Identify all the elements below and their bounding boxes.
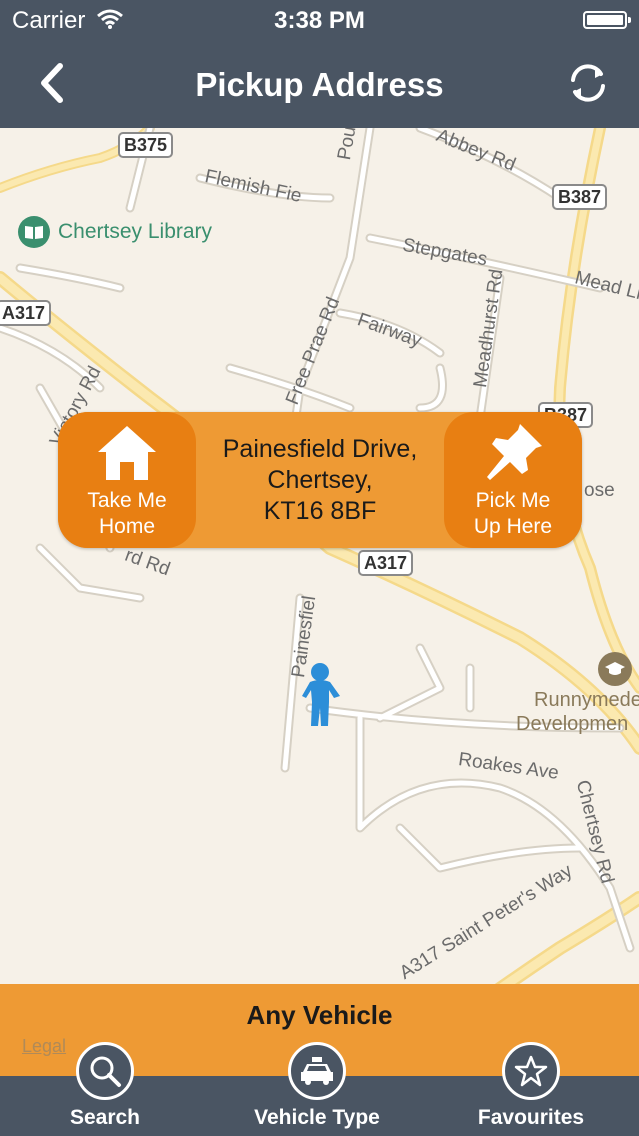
tab-favourites[interactable]: Favourites xyxy=(451,1042,611,1130)
take-me-home-label: Take Me Home xyxy=(87,489,167,538)
library-icon xyxy=(18,216,50,248)
tab-label: Vehicle Type xyxy=(254,1106,380,1129)
vehicle-selector-label: Any Vehicle xyxy=(246,1000,393,1030)
refresh-icon xyxy=(571,64,605,102)
address-line-2: Chertsey, xyxy=(267,466,373,494)
tab-label: Search xyxy=(69,1106,141,1129)
page-title: Pickup Address xyxy=(195,66,444,103)
person-marker-icon[interactable] xyxy=(302,662,344,733)
tab-vehicle-type[interactable]: Vehicle Type xyxy=(237,1042,397,1130)
poi-label: Chertsey Library xyxy=(58,220,213,243)
poi-runnymede[interactable]: Runnymede Developmen xyxy=(516,652,639,736)
street-label-ose: ose xyxy=(584,480,615,501)
battery-icon xyxy=(583,11,631,29)
star-icon xyxy=(502,1042,560,1100)
road-shield-b387: B387 xyxy=(552,184,608,210)
road-shield-a317-right: A317 xyxy=(358,550,414,576)
pick-me-up-here-button[interactable]: Pick Me Up Here xyxy=(444,412,582,548)
nav-bar: Pickup Address xyxy=(0,40,639,128)
poi-label-line1: Runnymede xyxy=(534,689,639,711)
address-line-3: KT16 8BF xyxy=(263,497,377,525)
pickup-address: Painesfield Drive, Chertsey, KT16 8BF xyxy=(196,434,444,527)
refresh-button[interactable] xyxy=(565,60,611,106)
take-me-home-button[interactable]: Take Me Home xyxy=(58,412,196,548)
road-shield-b375: B375 xyxy=(118,132,174,158)
pick-me-up-here-label: Pick Me Up Here xyxy=(473,489,553,538)
address-line-1: Painesfield Drive, xyxy=(222,435,418,463)
taxi-icon xyxy=(288,1042,346,1100)
poi-chertsey-library[interactable]: Chertsey Library xyxy=(18,216,212,248)
graduation-cap-icon xyxy=(598,652,632,686)
road-shield-a317-left: A317 xyxy=(0,300,52,326)
pushpin-icon xyxy=(487,424,542,480)
address-panel: Take Me Home Painesfield Drive, Chertsey… xyxy=(58,412,582,548)
search-icon xyxy=(76,1042,134,1100)
clock: 3:38 PM xyxy=(274,7,365,34)
home-icon xyxy=(98,426,156,480)
poi-label-line2: Developmen xyxy=(516,713,629,735)
tab-label: Favourites xyxy=(477,1106,585,1129)
tab-search[interactable]: Search xyxy=(25,1042,185,1130)
status-bar: Carrier 3:38 PM xyxy=(0,0,639,40)
tab-bar: Search Vehicle Type Favourites xyxy=(0,1042,639,1136)
map-view[interactable]: B375 B387 A317 B387 A317 Abbey Rd Pound … xyxy=(0,128,639,1076)
